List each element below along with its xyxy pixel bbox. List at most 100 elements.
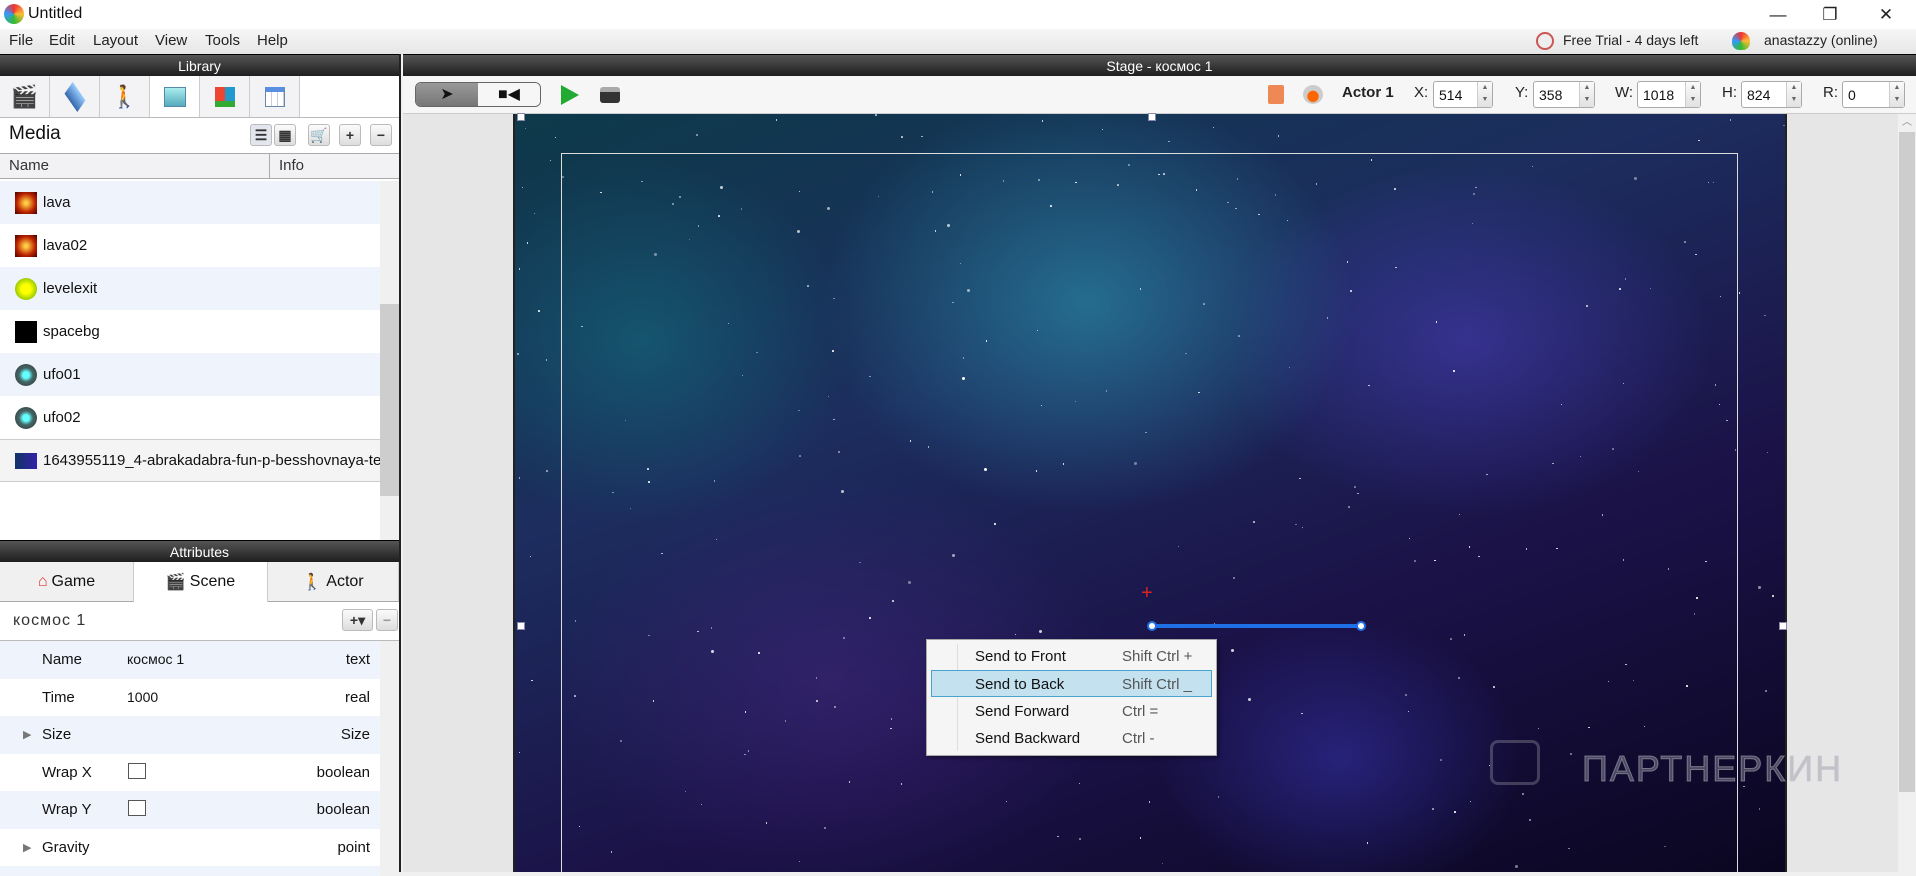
wrap-x-checkbox[interactable]: [128, 762, 146, 779]
expand-arrow-icon[interactable]: ▶: [23, 841, 31, 854]
attributes-scrollbar[interactable]: [380, 641, 399, 872]
star: [921, 135, 923, 138]
wrap-y-checkbox[interactable]: [128, 800, 146, 816]
list-item[interactable]: lava02: [0, 224, 380, 267]
select-mode-button[interactable]: ➤: [416, 83, 478, 106]
menu-view[interactable]: View: [155, 32, 187, 49]
spinner-arrows-icon[interactable]: ▲ ▼: [1889, 82, 1904, 107]
expand-arrow-icon[interactable]: ▶: [23, 728, 31, 741]
w-input[interactable]: 1018 ▲ ▼: [1637, 81, 1701, 108]
center-crosshair-icon: +: [1141, 582, 1153, 604]
spinner-arrows-icon[interactable]: ▲ ▼: [1477, 82, 1492, 107]
x-input[interactable]: 514 ▲ ▼: [1433, 81, 1493, 108]
star: [775, 119, 778, 121]
attribute-row-name[interactable]: Name космос 1 text: [0, 641, 380, 679]
star: [1766, 451, 1769, 454]
tab-layers[interactable]: [50, 76, 100, 118]
attribute-row-size[interactable]: ▶ Size Size: [0, 716, 380, 754]
attr-type: Size: [340, 726, 370, 743]
levelexit-thumbnail-icon: [15, 277, 37, 300]
menu-file[interactable]: File: [9, 32, 33, 49]
resize-handle-top-left[interactable]: [517, 113, 525, 121]
item-name: ufo01: [43, 366, 81, 383]
list-view-button[interactable]: ☰: [250, 124, 272, 146]
star: [1758, 808, 1761, 810]
spinner-arrows-icon[interactable]: ▲ ▼: [1579, 82, 1594, 107]
user-status[interactable]: anastazzy (online): [1764, 32, 1878, 48]
list-item[interactable]: spacebg: [0, 310, 380, 353]
star: [546, 470, 548, 472]
spacebg-thumbnail-icon: [15, 320, 37, 343]
vertical-scrollbar[interactable]: [380, 181, 399, 574]
column-name[interactable]: Name: [0, 153, 270, 179]
play-button[interactable]: [561, 85, 579, 105]
list-item[interactable]: levelexit: [0, 267, 380, 310]
r-input[interactable]: 0 ▲ ▼: [1842, 81, 1905, 108]
list-item[interactable]: lava: [0, 181, 380, 224]
store-cart-button[interactable]: 🛒: [308, 124, 330, 146]
add-media-button[interactable]: +: [339, 124, 361, 146]
menu-edit[interactable]: Edit: [49, 32, 75, 49]
actor-icon: 🚶: [302, 573, 323, 591]
camera-mode-button[interactable]: ■◀: [478, 83, 540, 106]
tab-label: Game: [51, 572, 96, 590]
attribute-row-wrap-x[interactable]: Wrap X boolean: [0, 754, 380, 792]
attr-value[interactable]: космос 1: [127, 651, 184, 667]
mode-toggle[interactable]: ➤ ■◀: [415, 82, 541, 107]
star: [538, 310, 540, 312]
star: [533, 212, 536, 215]
trial-status[interactable]: Free Trial - 4 days left: [1563, 32, 1698, 48]
remove-media-button[interactable]: −: [370, 124, 392, 146]
spinner-arrows-icon[interactable]: ▲ ▼: [1786, 82, 1801, 107]
add-attribute-button[interactable]: +▾: [342, 609, 373, 631]
list-item[interactable]: ufo01: [0, 353, 380, 396]
menu-help[interactable]: Help: [257, 32, 288, 49]
house-icon: ⌂: [37, 572, 48, 590]
scrollbar-thumb[interactable]: [1899, 132, 1915, 792]
menu-item-send-to-front[interactable]: Send to Front Shift Ctrl +: [931, 643, 1212, 670]
rotation-handle-end[interactable]: [1356, 621, 1366, 631]
tab-behaviors[interactable]: [200, 76, 250, 118]
upload-icon[interactable]: [1303, 85, 1323, 104]
html5-icon[interactable]: [1268, 85, 1284, 104]
menu-item-send-backward[interactable]: Send Backward Ctrl -: [931, 725, 1212, 752]
resize-handle-left[interactable]: [517, 622, 525, 630]
resize-handle-top[interactable]: [1148, 113, 1156, 121]
column-info[interactable]: Info: [270, 153, 399, 179]
attribute-row-time[interactable]: Time 1000 real: [0, 679, 380, 717]
tab-game[interactable]: ⌂ Game: [0, 562, 134, 602]
menu-item-send-forward[interactable]: Send Forward Ctrl =: [931, 698, 1212, 725]
app-logo-icon: [4, 4, 24, 24]
scroll-up-icon[interactable]: ︿: [1898, 114, 1916, 132]
stage-vertical-scrollbar[interactable]: ︿: [1898, 114, 1916, 872]
attribute-row-wrap-y[interactable]: Wrap Y boolean: [0, 791, 380, 829]
y-input[interactable]: 358 ▲ ▼: [1533, 81, 1595, 108]
minimize-button[interactable]: —: [1755, 0, 1801, 29]
restore-button[interactable]: ❐: [1807, 0, 1853, 29]
menu-tools[interactable]: Tools: [205, 32, 240, 49]
publish-icon[interactable]: [600, 87, 620, 103]
menu-layout[interactable]: Layout: [93, 32, 138, 49]
rotation-handle-start[interactable]: [1147, 621, 1157, 631]
tab-media[interactable]: [150, 76, 200, 118]
grid-view-button[interactable]: ▦: [274, 124, 296, 146]
attribute-row-gravity[interactable]: ▶ Gravity point: [0, 829, 380, 867]
close-button[interactable]: ✕: [1863, 0, 1909, 29]
star: [1101, 128, 1104, 131]
resize-handle-right[interactable]: [1779, 622, 1787, 630]
rotation-handle-line[interactable]: [1152, 624, 1361, 628]
menu-item-send-to-back[interactable]: Send to Back Shift Ctrl _: [931, 670, 1212, 697]
tab-scene[interactable]: 🎬 Scene: [134, 562, 268, 602]
attr-value[interactable]: 1000: [127, 689, 158, 705]
tab-scenes[interactable]: 🎬: [0, 76, 50, 118]
spinner-arrows-icon[interactable]: ▲ ▼: [1685, 82, 1700, 107]
list-item[interactable]: 1643955119_4-abrakadabra-fun-p-besshovna…: [0, 439, 380, 482]
clock-icon: [1536, 32, 1554, 50]
tab-tables[interactable]: [250, 76, 300, 118]
tab-actors[interactable]: 🚶: [100, 76, 150, 118]
list-item[interactable]: ufo02: [0, 396, 380, 439]
remove-attribute-button[interactable]: −: [376, 609, 398, 631]
h-input[interactable]: 824 ▲ ▼: [1741, 81, 1802, 108]
tab-actor[interactable]: 🚶 Actor: [268, 562, 399, 602]
scrollbar-thumb[interactable]: [380, 304, 399, 496]
